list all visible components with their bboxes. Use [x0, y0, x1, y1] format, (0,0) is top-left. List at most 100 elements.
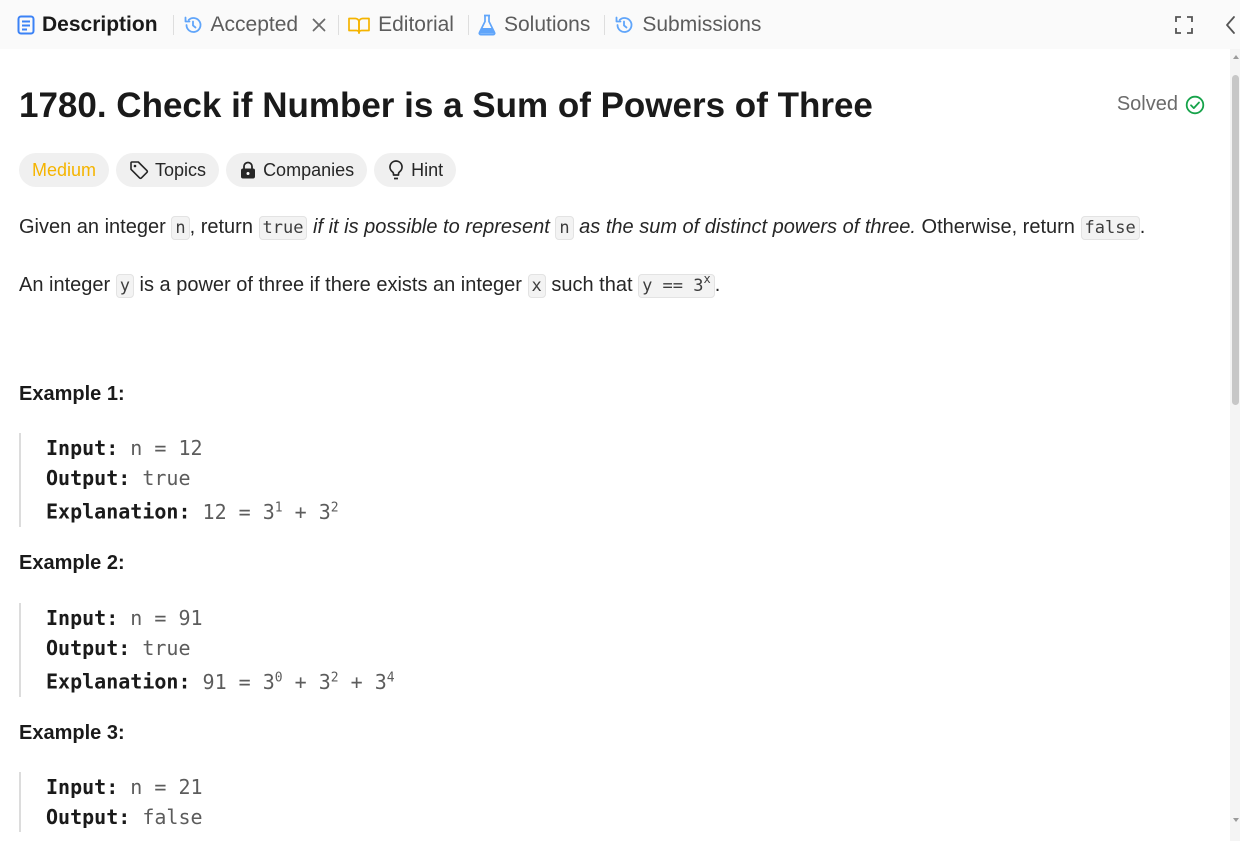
description-paragraph: Given an integer n, return true if it is…	[19, 216, 1146, 240]
difficulty-badge: Medium	[19, 153, 110, 187]
output-label: Output:	[46, 805, 131, 829]
explanation-term: 12 = 3	[202, 499, 275, 524]
solved-status: Solved	[1117, 93, 1205, 116]
tab-bar-actions	[1174, 0, 1240, 49]
explanation-exponent: 2	[330, 500, 339, 515]
maximize-icon[interactable]	[1174, 15, 1194, 35]
explanation-term: + 3	[282, 669, 331, 694]
explanation-exponent: 1	[274, 500, 283, 515]
example-2-block: Input: n = 91 Output: true Explanation: 91…	[19, 603, 395, 697]
input-label: Input:	[46, 606, 119, 630]
output-value: false	[142, 805, 203, 829]
close-icon[interactable]	[312, 18, 326, 32]
scrollbar-thumb[interactable]	[1232, 75, 1239, 405]
topics-button[interactable]: Topics	[116, 153, 220, 187]
example-output-line: Output: false	[46, 802, 203, 832]
description-text: .	[1139, 216, 1146, 238]
flask-icon	[477, 14, 497, 36]
explanation-term: 91 = 3	[202, 669, 275, 694]
tab-divider	[467, 14, 469, 35]
code-text: y == 3	[642, 276, 704, 296]
example-3-title: Example 3:	[19, 722, 125, 744]
inline-code: false	[1080, 216, 1140, 240]
description-icon	[17, 15, 35, 35]
description-emphasis: if it is possible to represent	[307, 216, 556, 238]
input-value: n = 12	[130, 436, 203, 460]
tab-bar: Description Accepted Editorial Solutions…	[0, 0, 1240, 49]
companies-label: Companies	[263, 159, 355, 180]
book-icon	[347, 15, 371, 35]
companies-button[interactable]: Companies	[226, 153, 368, 187]
code-superscript: x	[703, 272, 711, 286]
description-text: such that	[545, 274, 639, 296]
hint-button[interactable]: Hint	[374, 153, 457, 187]
tab-accepted[interactable]: Accepted	[182, 0, 327, 49]
power-definition-paragraph: An integer y is a power of three if ther…	[19, 272, 721, 298]
explanation-exponent: 4	[386, 670, 395, 685]
explanation-value: 91 = 30 + 32 + 34	[203, 670, 395, 694]
inline-code: y	[115, 274, 134, 298]
tab-accepted-label: Accepted	[210, 12, 299, 36]
output-value: true	[142, 636, 191, 660]
description-emphasis: as the sum of distinct powers of three.	[573, 216, 916, 238]
history-icon	[613, 14, 635, 36]
tab-solutions-label: Solutions	[503, 12, 591, 36]
description-text: Given an integer	[19, 216, 172, 238]
explanation-label: Explanation:	[46, 499, 191, 524]
tab-solutions[interactable]: Solutions	[477, 0, 590, 49]
description-text: An integer	[19, 274, 116, 296]
explanation-exponent: 2	[330, 670, 339, 685]
tab-editorial-label: Editorial	[378, 12, 454, 36]
input-label: Input:	[46, 436, 119, 460]
example-1-block: Input: n = 12 Output: true Explanation: 12…	[19, 433, 339, 527]
inline-code: n	[171, 216, 190, 240]
chevron-left-icon[interactable]	[1224, 15, 1236, 35]
explanation-term: + 3	[338, 669, 387, 694]
example-input-line: Input: n = 21	[46, 772, 203, 802]
explanation-exponent: 0	[274, 670, 283, 685]
example-explanation-line: Explanation: 12 = 31 + 32	[46, 493, 339, 527]
tab-description-label: Description	[42, 12, 158, 36]
input-label: Input:	[46, 775, 119, 799]
example-3-block: Input: n = 21 Output: false	[19, 772, 203, 832]
hint-label: Hint	[411, 159, 444, 180]
tab-submissions-label: Submissions	[642, 12, 762, 36]
inline-code: n	[555, 216, 574, 240]
tab-submissions[interactable]: Submissions	[613, 0, 761, 49]
example-1-title: Example 1:	[19, 383, 125, 405]
tab-description[interactable]: Description	[17, 0, 158, 49]
example-2-title: Example 2:	[19, 552, 125, 574]
example-input-line: Input: n = 12	[46, 433, 339, 463]
scroll-up-arrow-icon[interactable]	[1233, 55, 1239, 59]
description-text: is a power of three if there exists an i…	[133, 274, 528, 296]
topics-label: Topics	[155, 159, 207, 180]
explanation-value: 12 = 31 + 32	[203, 500, 339, 524]
inline-code: y == 3x	[638, 272, 715, 298]
example-explanation-line: Explanation: 91 = 30 + 32 + 34	[46, 663, 395, 697]
description-text: .	[714, 274, 721, 296]
tab-editorial[interactable]: Editorial	[347, 0, 454, 49]
example-output-line: Output: true	[46, 463, 339, 493]
tab-divider	[604, 14, 606, 35]
output-label: Output:	[46, 636, 131, 660]
solved-label: Solved	[1116, 93, 1178, 115]
explanation-label: Explanation:	[46, 669, 191, 694]
inline-code: x	[527, 274, 546, 298]
output-value: true	[142, 466, 191, 490]
inline-code: true	[258, 216, 308, 240]
output-label: Output:	[46, 466, 131, 490]
description-text: , return	[189, 216, 259, 238]
problem-chips: Medium Topics Companies Hint	[19, 153, 457, 187]
problem-title[interactable]: 1780. Check if Number is a Sum of Powers…	[19, 86, 873, 126]
lightbulb-icon	[387, 159, 405, 181]
tab-divider	[172, 14, 174, 35]
tag-icon	[129, 160, 149, 180]
scroll-down-arrow-icon[interactable]	[1233, 818, 1239, 822]
description-text: Otherwise, return	[915, 216, 1081, 238]
example-input-line: Input: n = 91	[46, 603, 395, 633]
lock-icon	[239, 160, 257, 180]
input-value: n = 21	[130, 775, 203, 799]
input-value: n = 91	[130, 606, 203, 630]
tab-divider	[338, 14, 340, 35]
example-output-line: Output: true	[46, 633, 395, 663]
